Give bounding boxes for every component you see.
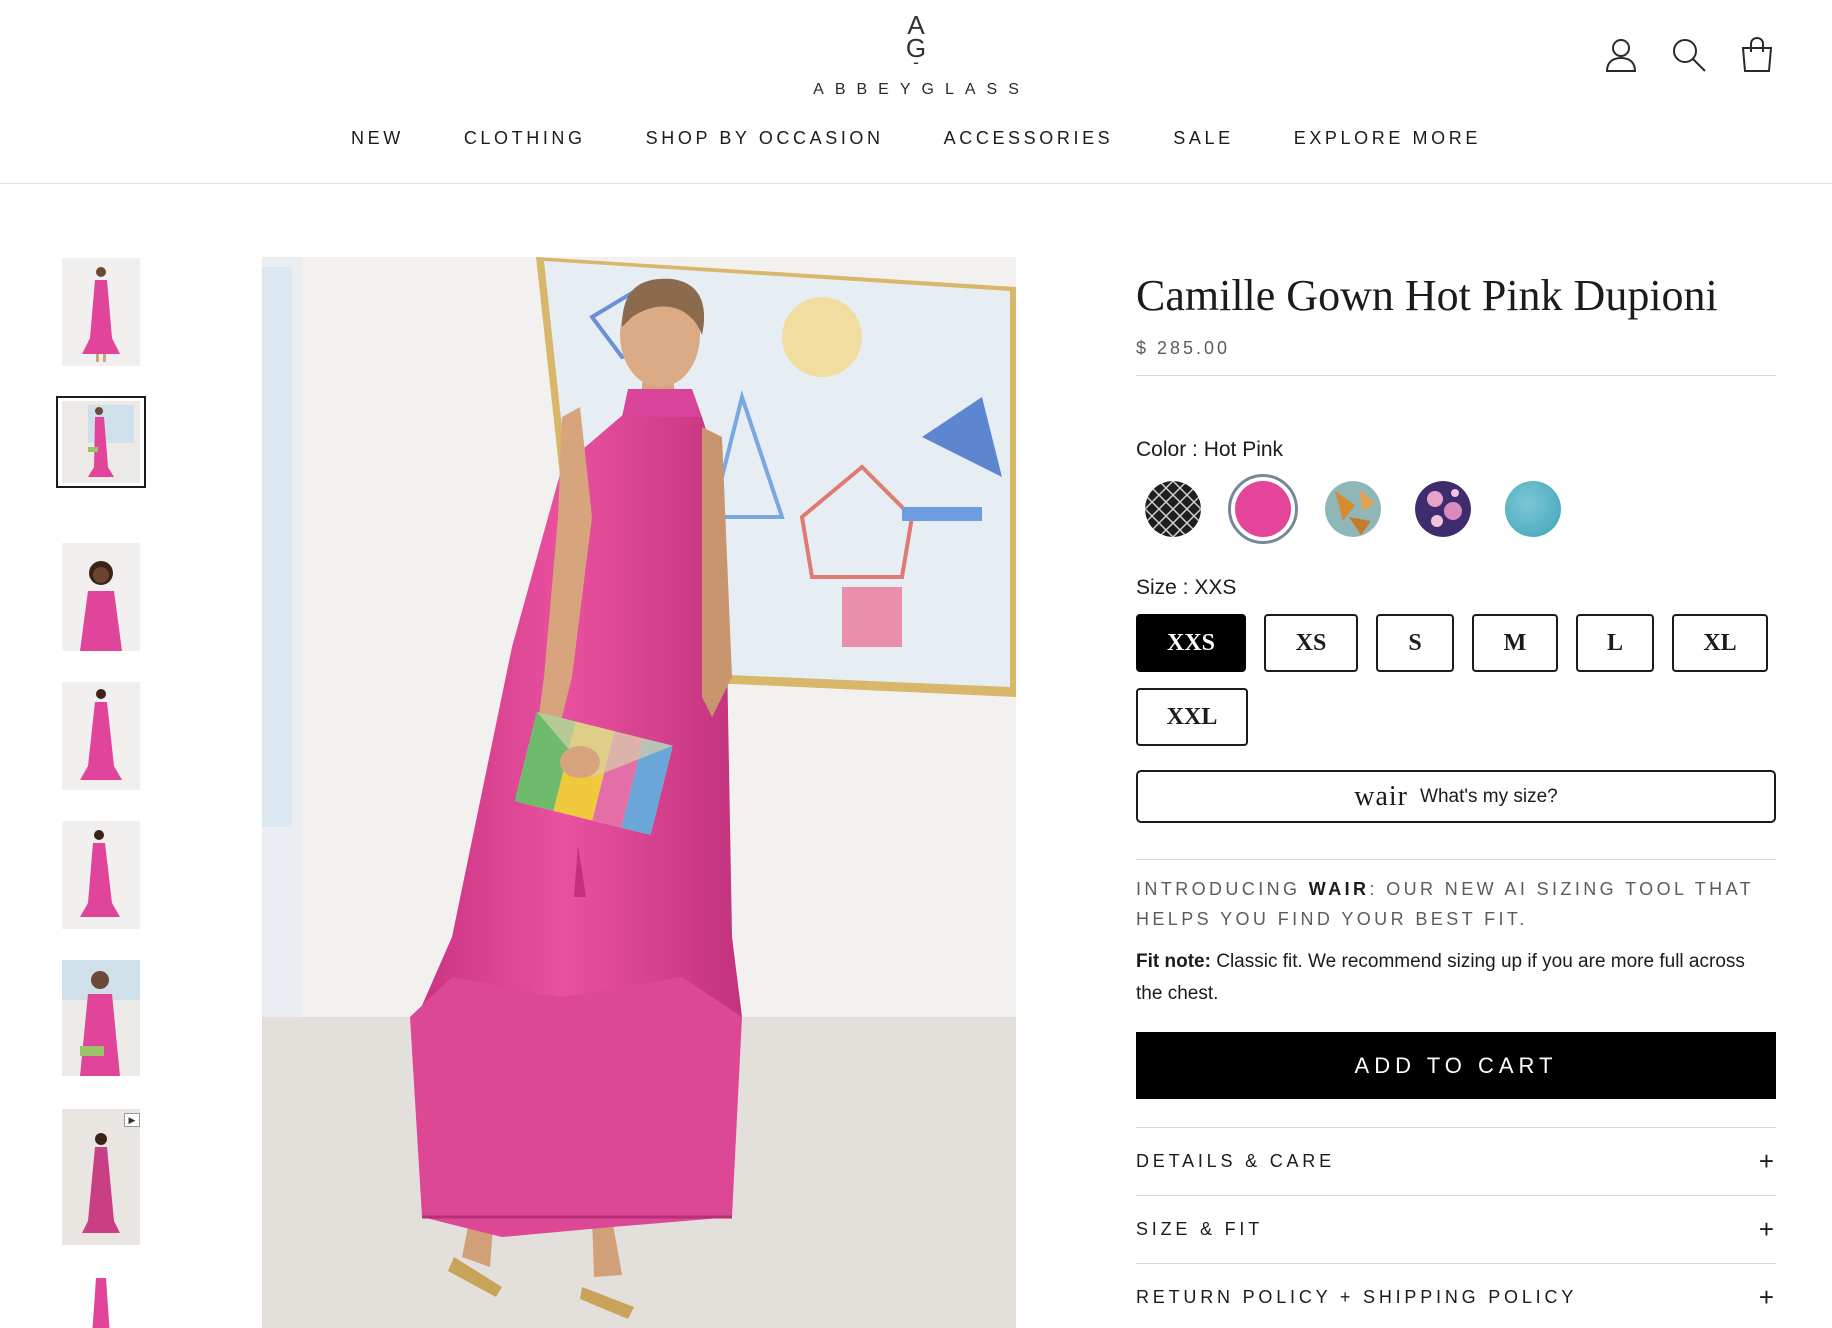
nav-explore-more[interactable]: EXPLORE MORE — [1294, 128, 1481, 149]
model-thumb-graphic — [62, 682, 140, 790]
size-options: XXS XS S M L XL XXL — [1136, 614, 1776, 746]
size-button-xl[interactable]: XL — [1672, 614, 1768, 672]
swatch-pattern-graphic — [1145, 481, 1201, 537]
swatch-print-graphic — [1325, 481, 1381, 537]
nav-shop-by-occasion[interactable]: SHOP BY OCCASION — [646, 128, 884, 149]
model-thumb-graphic — [62, 401, 140, 483]
thumb-image — [62, 258, 140, 366]
fit-note-text: Classic fit. We recommend sizing up if y… — [1136, 951, 1745, 1004]
main-nav: NEW CLOTHING SHOP BY OCCASION ACCESSORIE… — [0, 128, 1832, 149]
thumb-6[interactable] — [58, 960, 144, 1076]
wair-logo: wair — [1354, 780, 1409, 812]
fit-note-label: Fit note: — [1136, 951, 1211, 972]
brand-logo[interactable]: A G - ABBEYGLASS — [0, 12, 1832, 99]
thumb-4[interactable] — [58, 682, 144, 790]
accordion-label: DETAILS & CARE — [1136, 1151, 1335, 1171]
product-price: $ 285.00 — [1136, 338, 1231, 358]
main-product-image[interactable] — [262, 257, 1016, 1328]
fit-note: Fit note: Classic fit. We recommend sizi… — [1136, 946, 1776, 1010]
swatch-teal[interactable] — [1498, 474, 1568, 544]
color-swatches — [1138, 474, 1776, 544]
model-thumb-graphic — [62, 960, 140, 1076]
thumb-5[interactable] — [58, 821, 144, 929]
whats-my-size-button[interactable]: wair What's my size? — [1136, 770, 1776, 823]
accordion-return-shipping-policy[interactable]: RETURN POLICY + SHIPPING POLICY + — [1136, 1263, 1776, 1328]
size-button-xxl[interactable]: XXL — [1136, 688, 1248, 746]
cart-icon[interactable] — [1738, 36, 1776, 74]
model-thumb-graphic — [62, 1276, 140, 1328]
whats-my-size-label: What's my size? — [1420, 785, 1558, 807]
add-to-cart-button[interactable]: ADD TO CART — [1136, 1032, 1776, 1099]
header-icons — [1602, 36, 1776, 74]
intro-brand: WAIR — [1308, 879, 1370, 899]
model-thumb-graphic — [62, 821, 140, 929]
swatch-hot-pink-fill — [1235, 481, 1291, 537]
size-button-m[interactable]: M — [1472, 614, 1558, 672]
wair-intro: INTRODUCING WAIR: OUR NEW AI SIZING TOOL… — [1136, 874, 1776, 934]
product-info: Camille Gown Hot Pink Dupioni $ 285.00 C… — [1136, 270, 1776, 1328]
size-button-l[interactable]: L — [1576, 614, 1654, 672]
site-header: A G - ABBEYGLASS NEW CLOTHING SHOP BY OC… — [0, 0, 1832, 184]
size-value: XXS — [1194, 576, 1237, 599]
size-button-xxs[interactable]: XXS — [1136, 614, 1246, 672]
product-accordion: DETAILS & CARE + SIZE & FIT + RETURN POL… — [1136, 1127, 1776, 1328]
color-label: Color : Hot Pink — [1136, 438, 1776, 462]
intro-pre: INTRODUCING — [1136, 879, 1309, 899]
nav-new[interactable]: NEW — [351, 128, 404, 149]
thumb-8[interactable] — [58, 1276, 144, 1328]
divider — [1136, 859, 1776, 860]
accordion-label: RETURN POLICY + SHIPPING POLICY — [1136, 1287, 1578, 1307]
nav-sale[interactable]: SALE — [1173, 128, 1233, 149]
thumb-image — [62, 1276, 140, 1328]
thumb-3[interactable] — [58, 543, 144, 651]
search-icon[interactable] — [1670, 36, 1708, 74]
plus-icon: + — [1758, 1282, 1774, 1312]
thumb-1[interactable] — [58, 258, 144, 366]
thumb-7-video[interactable]: ▶ — [58, 1109, 144, 1245]
model-thumb-graphic — [62, 1109, 140, 1245]
account-icon[interactable] — [1602, 36, 1640, 74]
swatch-teal-fill — [1505, 481, 1561, 537]
thumb-2[interactable] — [56, 396, 146, 488]
thumb-image — [62, 401, 140, 483]
product-title: Camille Gown Hot Pink Dupioni — [1136, 271, 1718, 320]
logo-monogram: A G - — [906, 12, 926, 71]
swatch-orange-teal-print[interactable] — [1318, 474, 1388, 544]
size-button-xs[interactable]: XS — [1264, 614, 1358, 672]
color-label-text: Color : — [1136, 438, 1204, 461]
plus-icon: + — [1758, 1146, 1774, 1176]
swatch-hot-pink[interactable] — [1228, 474, 1298, 544]
nav-clothing[interactable]: CLOTHING — [464, 128, 586, 149]
divider — [1136, 375, 1776, 376]
thumb-image — [62, 960, 140, 1076]
color-value: Hot Pink — [1203, 438, 1284, 461]
accordion-details-care[interactable]: DETAILS & CARE + — [1136, 1127, 1776, 1195]
model-thumb-graphic — [62, 258, 140, 366]
thumb-image — [62, 543, 140, 651]
accordion-label: SIZE & FIT — [1136, 1219, 1264, 1239]
swatch-floral-graphic — [1415, 481, 1471, 537]
thumb-image — [62, 682, 140, 790]
play-icon: ▶ — [124, 1113, 140, 1127]
size-label-text: Size : — [1136, 576, 1195, 599]
logo-wordmark: ABBEYGLASS — [813, 81, 1030, 98]
thumb-image — [62, 821, 140, 929]
thumb-image — [62, 1109, 140, 1245]
plus-icon: + — [1758, 1214, 1774, 1244]
size-label: Size : XXS — [1136, 576, 1776, 600]
swatch-black-white-pattern[interactable] — [1138, 474, 1208, 544]
swatch-purple-floral[interactable] — [1408, 474, 1478, 544]
model-photo-graphic — [262, 257, 1016, 1328]
model-thumb-graphic — [62, 543, 140, 651]
size-button-s[interactable]: S — [1376, 614, 1454, 672]
nav-accessories[interactable]: ACCESSORIES — [944, 128, 1114, 149]
accordion-size-fit[interactable]: SIZE & FIT + — [1136, 1195, 1776, 1263]
